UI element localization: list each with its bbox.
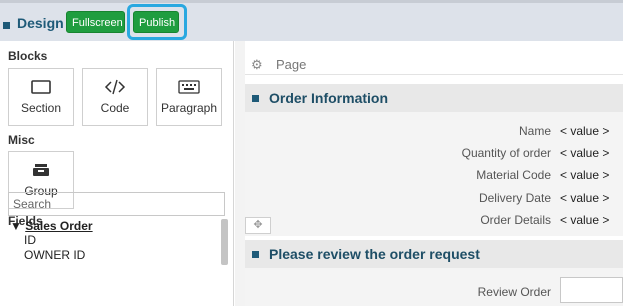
blocks-heading: Blocks bbox=[8, 49, 48, 63]
field-row[interactable]: Name < value > bbox=[245, 120, 623, 142]
field-row[interactable]: Material Code < value > bbox=[245, 164, 623, 186]
code-icon bbox=[83, 79, 147, 95]
field-value: < value > bbox=[560, 213, 610, 227]
tree-item[interactable]: ID bbox=[24, 233, 93, 248]
tree-item[interactable]: OWNER ID bbox=[24, 248, 93, 263]
left-panel: Blocks Section Code Paragraph Misc Group… bbox=[0, 41, 234, 306]
field-label: Delivery Date bbox=[478, 191, 551, 205]
tree-root[interactable]: ▼ Sales Order bbox=[10, 219, 93, 233]
block-paragraph[interactable]: Paragraph bbox=[156, 68, 222, 126]
fullscreen-button[interactable]: Fullscreen bbox=[66, 11, 125, 33]
review-order-input[interactable] bbox=[560, 277, 623, 303]
field-row[interactable]: Quantity of order < value > bbox=[245, 142, 623, 164]
section-body-order-information: Name < value > Quantity of order < value… bbox=[245, 112, 623, 236]
fields-search-input[interactable]: Search bbox=[8, 192, 225, 216]
field-label: Order Details bbox=[480, 213, 551, 227]
field-value: < value > bbox=[560, 146, 610, 160]
design-title: Design bbox=[17, 15, 64, 31]
field-label: Name bbox=[518, 124, 551, 138]
tree-root-label[interactable]: Sales Order bbox=[25, 219, 92, 233]
keyboard-icon bbox=[157, 79, 221, 95]
field-value: < value > bbox=[560, 168, 610, 182]
misc-heading: Misc bbox=[8, 133, 35, 147]
publish-button[interactable]: Publish bbox=[133, 11, 179, 33]
section-square-icon bbox=[252, 251, 259, 258]
block-code[interactable]: Code bbox=[82, 68, 148, 126]
fields-tree: ▼ Sales Order ID OWNER ID bbox=[10, 219, 93, 263]
field-value: < value > bbox=[560, 124, 610, 138]
field-value: < value > bbox=[560, 191, 610, 205]
section-title: Please review the order request bbox=[269, 246, 480, 262]
tree-toggle-icon[interactable]: ▼ bbox=[10, 219, 22, 233]
block-label: Code bbox=[100, 101, 130, 115]
section-square-icon bbox=[252, 95, 259, 102]
gears-icon[interactable]: ⚙ bbox=[251, 57, 263, 73]
field-row[interactable]: Delivery Date < value > bbox=[245, 187, 623, 209]
inbox-icon bbox=[9, 162, 73, 178]
field-label: Review Order bbox=[477, 285, 551, 299]
block-section[interactable]: Section bbox=[8, 68, 74, 126]
section-icon bbox=[9, 79, 73, 95]
page-label: Page bbox=[276, 57, 307, 72]
fields-scrollbar[interactable] bbox=[221, 219, 228, 265]
section-header-review[interactable]: Please review the order request bbox=[245, 240, 623, 268]
section-title: Order Information bbox=[269, 90, 389, 106]
block-label: Section bbox=[20, 101, 62, 115]
page-header: ⚙ Page bbox=[245, 53, 623, 75]
panel-divider[interactable] bbox=[235, 41, 245, 306]
section-header-order-information[interactable]: Order Information bbox=[245, 84, 623, 112]
canvas-panel: ⚙ Page Order Information Name < value > … bbox=[245, 41, 623, 306]
block-label: Paragraph bbox=[160, 101, 218, 115]
design-square-icon bbox=[3, 22, 10, 29]
field-label: Quantity of order bbox=[461, 146, 551, 160]
field-label: Material Code bbox=[476, 168, 551, 182]
move-handle-icon[interactable]: ✥ bbox=[245, 217, 271, 234]
field-row[interactable]: Order Details < value > bbox=[245, 209, 623, 231]
